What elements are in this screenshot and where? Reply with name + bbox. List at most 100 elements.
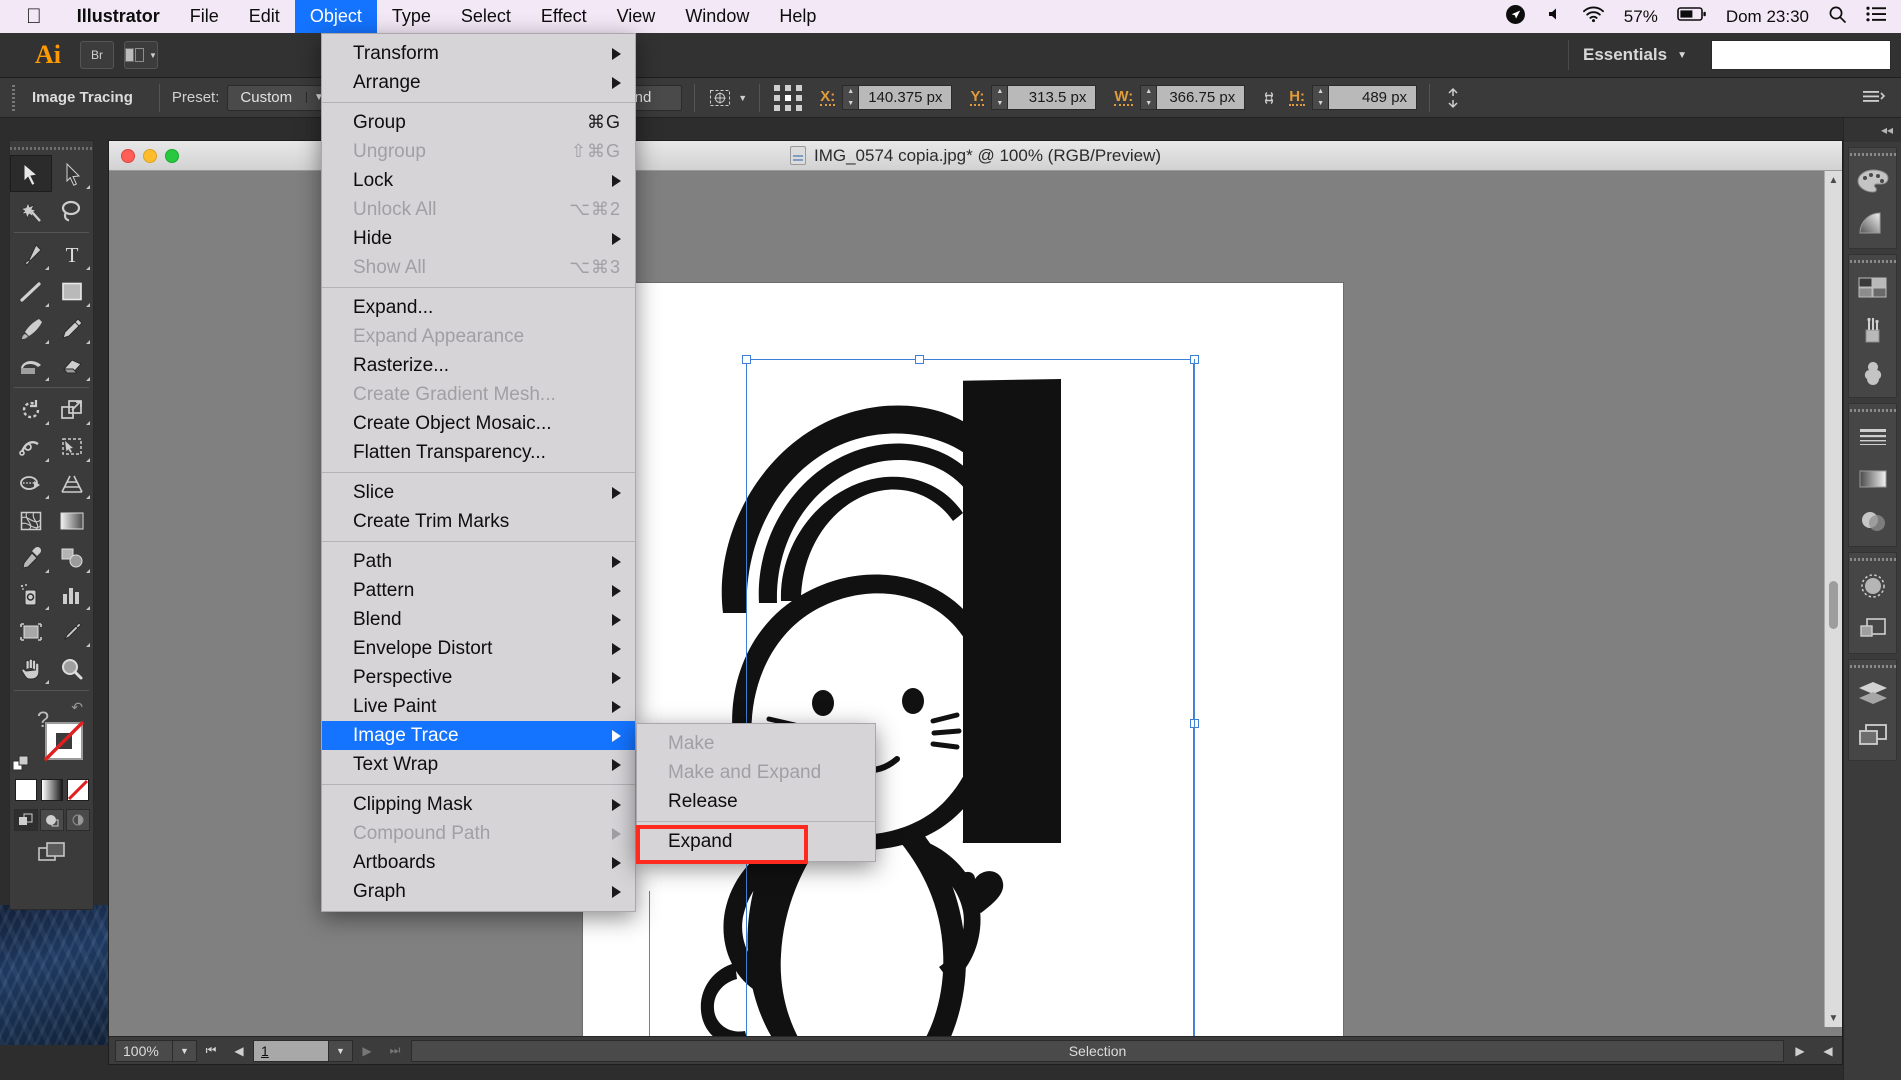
- next-artboard-icon[interactable]: ▶: [353, 1040, 381, 1062]
- preset-dropdown[interactable]: Custom ▼: [227, 84, 332, 111]
- location-arrow-icon[interactable]: [1505, 4, 1526, 30]
- pencil-tool-icon[interactable]: [52, 310, 94, 347]
- submenu-item-release[interactable]: Release: [637, 787, 875, 816]
- wifi-icon[interactable]: [1582, 5, 1605, 28]
- perspective-grid-tool-icon[interactable]: [52, 465, 94, 502]
- artboard-tool-icon[interactable]: [10, 613, 52, 650]
- menu-item-pattern[interactable]: Pattern: [322, 576, 635, 605]
- slice-tool-icon[interactable]: [52, 613, 94, 650]
- change-screen-mode-icon[interactable]: [10, 841, 93, 863]
- blend-tool-icon[interactable]: [52, 539, 94, 576]
- default-fill-stroke-icon[interactable]: [12, 755, 32, 775]
- battery-icon[interactable]: [1677, 6, 1707, 27]
- menu-item-blend[interactable]: Blend: [322, 605, 635, 634]
- artboard-dropdown-chevron-down-icon[interactable]: ▼: [329, 1039, 353, 1062]
- align-icon[interactable]: [1442, 87, 1464, 109]
- zoom-dropdown-chevron-down-icon[interactable]: ▼: [173, 1039, 197, 1062]
- symbol-sprayer-tool-icon[interactable]: [10, 576, 52, 613]
- shape-builder-tool-icon[interactable]: [10, 465, 52, 502]
- first-artboard-icon[interactable]: ⏮: [197, 1040, 225, 1062]
- zoom-tool-icon[interactable]: [52, 650, 94, 687]
- appearance-panel-icon[interactable]: [1849, 565, 1896, 607]
- color-swatch[interactable]: [14, 779, 37, 801]
- stroke-panel-icon[interactable]: [1849, 416, 1896, 458]
- spotlight-search-icon[interactable]: [1828, 5, 1847, 29]
- panel-gripper[interactable]: [1849, 660, 1896, 672]
- menu-item-artboards[interactable]: Artboards: [322, 848, 635, 877]
- selection-tool-icon[interactable]: [10, 155, 52, 192]
- draw-inside-icon[interactable]: [65, 809, 90, 831]
- menubar-item-effect[interactable]: Effect: [526, 0, 602, 33]
- control-bar-gripper[interactable]: [10, 84, 20, 111]
- transform-dropdown[interactable]: ▼: [707, 87, 747, 109]
- menu-item-create-trim-marks[interactable]: Create Trim Marks: [322, 507, 635, 536]
- scale-tool-icon[interactable]: [52, 391, 94, 428]
- x-stepper[interactable]: ▲ ▼: [842, 85, 860, 110]
- gradient-swatch[interactable]: [40, 779, 63, 801]
- menubar-item-file[interactable]: File: [175, 0, 234, 33]
- direct-selection-tool-icon[interactable]: [52, 155, 94, 192]
- menu-item-image-trace[interactable]: Image Trace: [322, 721, 635, 750]
- reference-point-icon[interactable]: [772, 83, 806, 113]
- scroll-left-icon[interactable]: ◀: [1814, 1040, 1842, 1062]
- menu-item-transform[interactable]: Transform: [322, 39, 635, 68]
- lasso-tool-icon[interactable]: [52, 192, 94, 229]
- h-stepper[interactable]: ▲ ▼: [1312, 85, 1330, 110]
- w-value[interactable]: 366.75 px: [1157, 85, 1246, 110]
- height-field[interactable]: H: ▲ ▼ 489 px: [1289, 85, 1418, 110]
- more-options-icon[interactable]: [1861, 88, 1901, 108]
- status-text[interactable]: Selection: [411, 1039, 1784, 1062]
- menubar-item-select[interactable]: Select: [446, 0, 526, 33]
- menu-item-rasterize[interactable]: Rasterize...: [322, 351, 635, 380]
- menu-item-hide[interactable]: Hide: [322, 224, 635, 253]
- y-position-field[interactable]: Y: ▲ ▼ 313.5 px: [970, 85, 1097, 110]
- collapse-panels-icon[interactable]: ◂◂: [1844, 118, 1901, 142]
- gradient-tool-icon[interactable]: [52, 502, 94, 539]
- gradient-swatch-panel-icon[interactable]: [1849, 458, 1896, 500]
- blob-brush-tool-icon[interactable]: [10, 347, 52, 384]
- menu-item-path[interactable]: Path: [322, 547, 635, 576]
- constrain-proportions-icon[interactable]: [1257, 86, 1281, 110]
- zoom-level-field[interactable]: 100%: [115, 1039, 173, 1062]
- object-menu[interactable]: Transform Arrange Group ⌘G Ungroup ⇧⌘G L…: [321, 33, 636, 912]
- x-position-field[interactable]: X: ▲ ▼ 140.375 px: [820, 85, 953, 110]
- symbols-panel-icon[interactable]: [1849, 351, 1896, 393]
- free-transform-tool-icon[interactable]: [52, 428, 94, 465]
- panel-gripper[interactable]: [1849, 404, 1896, 416]
- panel-gripper[interactable]: [1849, 148, 1896, 160]
- w-stepper[interactable]: ▲ ▼: [1140, 85, 1158, 110]
- menubar-app-name[interactable]: Illustrator: [62, 0, 175, 33]
- menubar-item-object[interactable]: Object: [294, 0, 377, 33]
- menu-item-graph[interactable]: Graph: [322, 877, 635, 906]
- swatches-panel-icon[interactable]: [1849, 267, 1896, 309]
- graphic-styles-panel-icon[interactable]: [1849, 607, 1896, 649]
- brushes-panel-icon[interactable]: [1849, 309, 1896, 351]
- menubar-item-window[interactable]: Window: [670, 0, 764, 33]
- y-value[interactable]: 313.5 px: [1008, 85, 1097, 110]
- menubar-clock[interactable]: Dom 23:30: [1726, 7, 1809, 27]
- menu-item-expand[interactable]: Expand...: [322, 293, 635, 322]
- notification-center-icon[interactable]: [1866, 6, 1887, 27]
- menu-item-clipping-mask[interactable]: Clipping Mask: [322, 790, 635, 819]
- arrange-documents-icon[interactable]: ▼: [124, 41, 158, 69]
- layers-panel-icon[interactable]: [1849, 672, 1896, 714]
- panel-gripper[interactable]: [1849, 553, 1896, 565]
- menu-item-group[interactable]: Group ⌘G: [322, 108, 635, 137]
- eraser-tool-icon[interactable]: [52, 347, 94, 384]
- rotate-tool-icon[interactable]: [10, 391, 52, 428]
- selection-handle-top-mid[interactable]: [915, 355, 924, 364]
- bridge-button[interactable]: Br: [80, 41, 114, 69]
- tools-panel-gripper[interactable]: [10, 141, 93, 155]
- menu-item-text-wrap[interactable]: Text Wrap: [322, 750, 635, 779]
- apple-menu-icon[interactable]: : [0, 6, 62, 27]
- y-stepper[interactable]: ▲ ▼: [991, 85, 1009, 110]
- workspace-switcher[interactable]: Essentials ▼: [1567, 40, 1701, 70]
- menu-item-create-object-mosaic[interactable]: Create Object Mosaic...: [322, 409, 635, 438]
- eyedropper-tool-icon[interactable]: [10, 539, 52, 576]
- image-trace-submenu[interactable]: Make Make and Expand Release Expand: [636, 723, 876, 862]
- magic-wand-tool-icon[interactable]: [10, 192, 52, 229]
- previous-artboard-icon[interactable]: ◀: [225, 1040, 253, 1062]
- menu-item-slice[interactable]: Slice: [322, 478, 635, 507]
- width-tool-icon[interactable]: [10, 428, 52, 465]
- swap-fill-stroke-icon[interactable]: ↶: [71, 699, 83, 716]
